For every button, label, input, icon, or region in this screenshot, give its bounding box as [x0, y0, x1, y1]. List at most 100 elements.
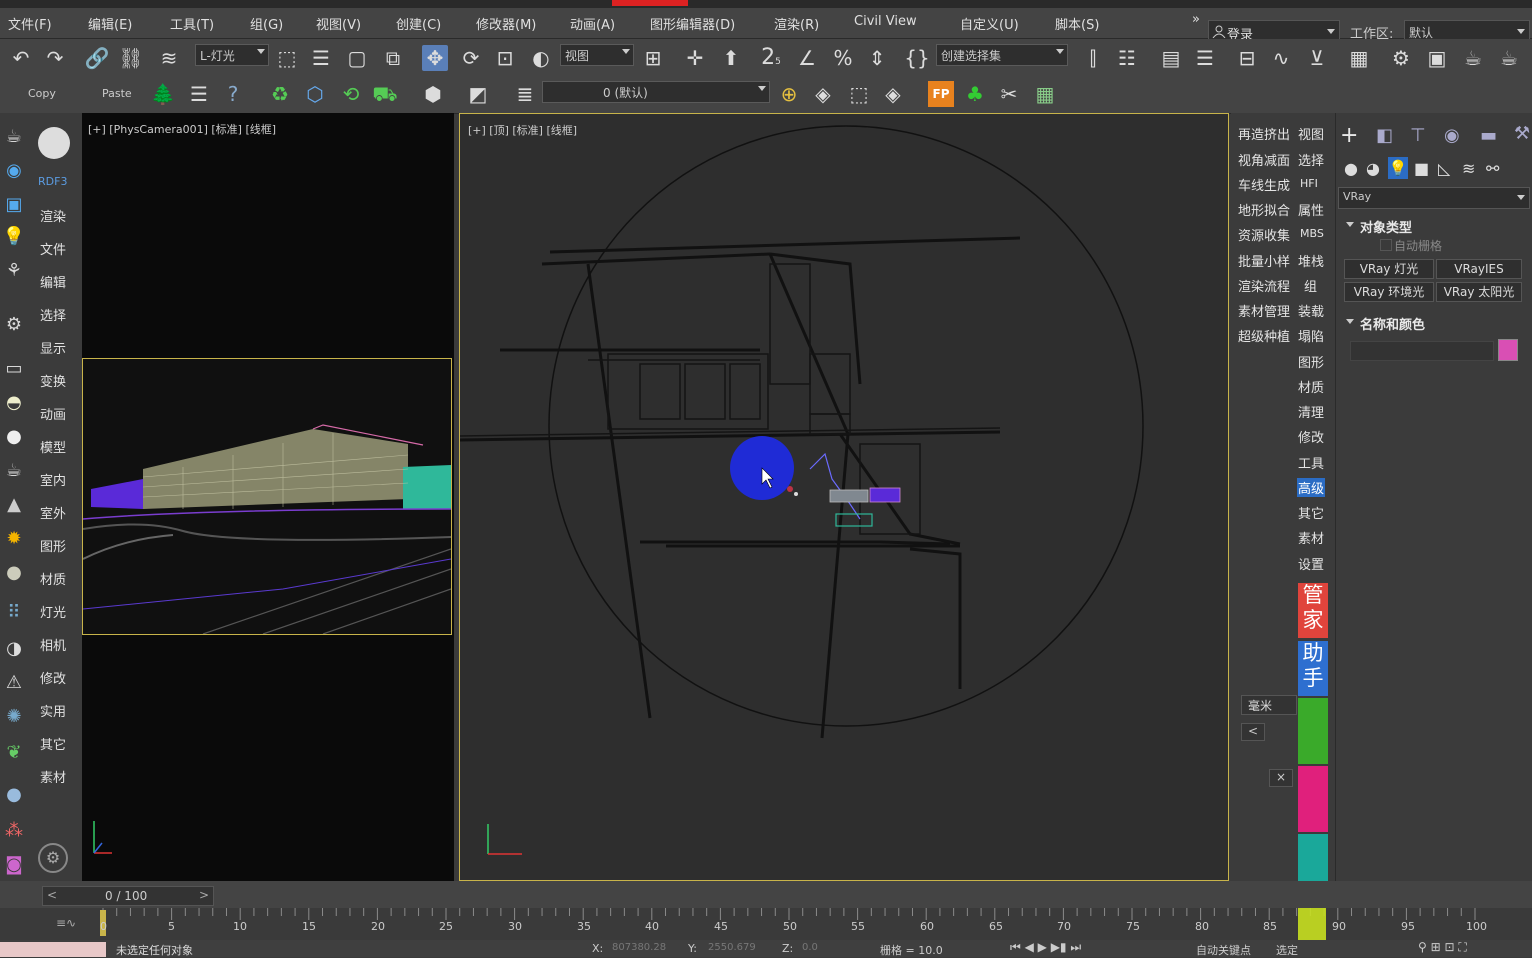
menu-file[interactable]: 文件(F)	[8, 14, 52, 33]
menu-civil-view[interactable]: Civil View	[854, 14, 917, 29]
material-icon[interactable]: ⠿	[2, 601, 26, 625]
gear-icon[interactable]: ⚙	[38, 843, 68, 873]
rendered-frame-window-icon[interactable]: ▣	[1424, 45, 1450, 71]
settings-cube-icon[interactable]: ⬢	[420, 81, 446, 107]
plugin-collapse[interactable]: 塌陷	[1298, 326, 1324, 345]
left-item-shape[interactable]: 图形	[40, 536, 66, 555]
menu-view[interactable]: 视图(V)	[316, 14, 361, 33]
utilities-tab-icon[interactable]: ⚒	[1514, 123, 1530, 144]
plugin-group[interactable]: 组	[1304, 276, 1317, 295]
select-icon[interactable]: ⚙	[2, 313, 26, 337]
left-item-exterior[interactable]: 室外	[40, 503, 66, 522]
green-tab[interactable]	[1298, 698, 1328, 764]
color-swatch[interactable]	[1498, 339, 1518, 361]
list-icon[interactable]: ☰	[186, 81, 212, 107]
render-setup-icon[interactable]: ⚙	[1388, 45, 1414, 71]
mirror-icon[interactable]: ⫿	[1080, 45, 1106, 71]
vray-icon[interactable]: ◙	[2, 853, 26, 877]
motion-tab-icon[interactable]: ◉	[1444, 125, 1460, 146]
modify-icon[interactable]: ✺	[2, 705, 26, 729]
vray-ies-button[interactable]: VRayIES	[1436, 259, 1522, 279]
logo-icon[interactable]: ◉	[2, 159, 26, 183]
object-type-rollout[interactable]: 对象类型	[1338, 215, 1528, 236]
left-item-other[interactable]: 其它	[40, 734, 66, 753]
rectangular-selection-icon[interactable]: ▢	[344, 45, 370, 71]
shape-icon[interactable]: ●	[2, 561, 26, 585]
plugin-render-flow[interactable]: 渲染流程	[1238, 276, 1290, 295]
plugin-rebuild-extrude[interactable]: 再造挤出	[1238, 124, 1290, 143]
y-value[interactable]: 2550.679	[708, 942, 756, 953]
copy-button[interactable]: Copy	[28, 87, 56, 100]
left-item-select[interactable]: 选择	[40, 305, 66, 324]
z-value[interactable]: 0.0	[802, 942, 818, 953]
curve-editor-icon[interactable]: ∿	[1268, 45, 1294, 71]
unlink-icon[interactable]: ⛓	[118, 45, 144, 71]
hierarchy-tab-icon[interactable]: ⊤	[1410, 125, 1426, 146]
autokey-button[interactable]: 自动关键点	[1196, 942, 1251, 958]
plugin-load[interactable]: 装载	[1298, 301, 1324, 320]
display-tab-icon[interactable]: ▬	[1480, 125, 1497, 146]
plugin-view[interactable]: 视图	[1298, 124, 1324, 143]
file-icon[interactable]: 💡	[2, 225, 26, 249]
fp-plugin-icon[interactable]: FP	[928, 81, 954, 107]
unit-display[interactable]: 毫米	[1241, 695, 1297, 715]
manager-button[interactable]: 管 家	[1298, 583, 1328, 638]
trackbar[interactable]: ≡∿ 0 5 10 15 20 25 30 35 40 45 50 55 60 …	[0, 908, 1532, 940]
curve-toggle-icon[interactable]: ≡∿	[56, 916, 76, 930]
edit-icon[interactable]: ⚘	[2, 259, 26, 283]
render-production-icon[interactable]: ☕	[1460, 45, 1486, 71]
paste-button[interactable]: Paste	[102, 87, 132, 100]
menu-group[interactable]: 组(G)	[250, 14, 283, 33]
material-editor-icon[interactable]: ▦	[1346, 45, 1372, 71]
pivot-center-icon[interactable]: ⊞	[640, 45, 666, 71]
plugin-mbs[interactable]: MBS	[1300, 227, 1324, 240]
light-filter-dropdown[interactable]: L-灯光	[195, 44, 269, 66]
magenta-tab[interactable]	[1298, 766, 1328, 832]
spreadsheet-icon[interactable]: ▦	[1032, 81, 1058, 107]
plugin-super-plant[interactable]: 超级种植	[1238, 326, 1290, 345]
plugin-green-icon[interactable]: ♻	[267, 81, 293, 107]
vray-light-button[interactable]: VRay 灯光	[1344, 259, 1434, 279]
layer-dropdown[interactable]: 0 (默认)	[542, 81, 770, 103]
viewport-nav-icons[interactable]: ⚲ ⊞ ⊡ ⛶	[1418, 940, 1467, 955]
lights-icon[interactable]: 💡	[1388, 157, 1408, 179]
geometry-icon[interactable]: ●	[1344, 159, 1358, 178]
move-icon[interactable]: ✥	[422, 45, 448, 71]
shapes-icon[interactable]: ◕	[1366, 159, 1380, 178]
plugin-tools[interactable]: 工具	[1298, 453, 1324, 472]
plugin-clean[interactable]: 清理	[1298, 402, 1324, 421]
light-icon[interactable]: ◑	[2, 637, 26, 661]
plugin-batch-sample[interactable]: 批量小样	[1238, 251, 1290, 270]
plugin-settings[interactable]: 设置	[1298, 554, 1324, 573]
left-item-camera[interactable]: 相机	[40, 635, 66, 654]
plugin-assets[interactable]: 素材	[1298, 528, 1324, 547]
rotate-icon[interactable]: ⟳	[458, 45, 484, 71]
auto-grid-checkbox[interactable]	[1380, 239, 1392, 251]
plugin-resource-collect[interactable]: 资源收集	[1238, 225, 1290, 244]
spinner-snap-icon[interactable]: ⇕	[864, 45, 890, 71]
close-button[interactable]: ×	[1269, 769, 1293, 787]
plugin-modify[interactable]: 修改	[1298, 427, 1324, 446]
scale-icon[interactable]: ⊡	[492, 45, 518, 71]
playback-controls[interactable]: ⏮ ◀ ▶ ▶▮ ⏭	[1010, 940, 1081, 955]
selected-dropdown[interactable]: 选定	[1276, 942, 1298, 958]
menu-graph-editors[interactable]: 图形编辑器(D)	[650, 14, 735, 33]
interior-icon[interactable]: ▲	[2, 493, 26, 517]
isolate-icon[interactable]: ◩	[465, 81, 491, 107]
redo-icon[interactable]: ↷	[42, 45, 68, 71]
left-item-display[interactable]: 显示	[40, 338, 66, 357]
menu-overflow[interactable]: »	[1192, 12, 1200, 27]
named-selection-dropdown[interactable]: 创建选择集	[936, 44, 1068, 66]
plugin-advanced[interactable]: 高级	[1297, 478, 1326, 497]
plugin-material[interactable]: 材质	[1298, 377, 1324, 396]
help-icon[interactable]: ?	[220, 81, 246, 107]
vray-ambient-light-button[interactable]: VRay 环境光	[1344, 282, 1434, 302]
plugin-select[interactable]: 选择	[1298, 150, 1324, 169]
left-item-utility[interactable]: 实用	[40, 701, 66, 720]
helper-button[interactable]: 助 手	[1298, 641, 1328, 696]
ribbon-icon[interactable]: ⊟	[1234, 45, 1260, 71]
plugin-view-reduce[interactable]: 视角减面	[1238, 150, 1290, 169]
angle-snap-icon[interactable]: ∠	[794, 45, 820, 71]
teapot-icon[interactable]: ☕	[2, 125, 26, 149]
helpers-icon[interactable]: ◺	[1438, 159, 1450, 178]
